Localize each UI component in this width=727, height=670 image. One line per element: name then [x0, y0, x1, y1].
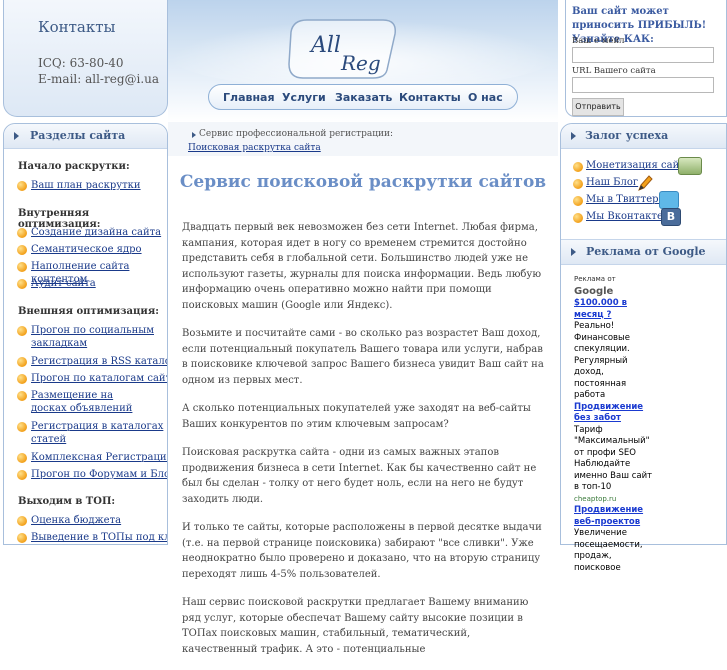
- sidebar-link[interactable]: Регистрация в RSS каталогах: [31, 355, 167, 368]
- right-sidebar-title: Залог успеха: [585, 129, 669, 142]
- bullet-icon: [573, 196, 583, 206]
- nav-about[interactable]: О нас: [468, 91, 503, 104]
- bullet-icon: [17, 516, 27, 526]
- pencil-icon: [637, 174, 653, 192]
- bullet-icon: [573, 162, 583, 172]
- bullet-icon: [17, 374, 27, 384]
- vkontakte-icon: В: [661, 208, 681, 226]
- left-sidebar: Разделы сайта Начало раскрутки: Ваш план…: [3, 123, 168, 545]
- sidebar-link[interactable]: Создание дизайна сайта: [31, 226, 161, 239]
- sidebar-link[interactable]: Выведение в ТОПы под ключ: [31, 531, 167, 544]
- left-sidebar-header: Разделы сайта: [4, 124, 167, 149]
- logo-text-bottom: Reg: [340, 51, 381, 75]
- ads-by-label: Реклама от: [574, 275, 616, 283]
- sidebar-link[interactable]: Регистрация в каталогах статей: [31, 420, 168, 446]
- submit-button[interactable]: Отправить: [572, 98, 624, 116]
- money-icon: [678, 157, 702, 175]
- google-logo: Google: [574, 285, 614, 297]
- triangle-icon: [14, 132, 19, 140]
- article-paragraph: Наш сервис поисковой раскрутки предлагае…: [182, 597, 529, 655]
- ad-text: Увеличение посещаемости, продаж, поисков…: [574, 528, 643, 573]
- bullet-icon: [17, 262, 27, 272]
- nav-order[interactable]: Заказать: [335, 91, 392, 104]
- email-label: Ваш е-мейл: [572, 36, 625, 46]
- logo-graphic: All Reg: [288, 19, 396, 79]
- article-paragraph: А сколько потенциальных покупателей уже …: [182, 403, 531, 430]
- bullet-icon: [17, 245, 27, 255]
- sidebar-link[interactable]: Аудит сайта: [31, 277, 96, 290]
- site-url-field[interactable]: [572, 77, 714, 93]
- bullet-icon: [17, 391, 27, 401]
- main-content: Сервис профессиональной регистрации: Пои…: [168, 122, 558, 655]
- blog-link[interactable]: Наш Блог: [586, 177, 638, 188]
- contacts-icq: ICQ: 63-80-40: [38, 56, 124, 70]
- bullet-icon: [17, 357, 27, 367]
- twitter-icon: [659, 191, 679, 209]
- bullet-icon: [17, 279, 27, 289]
- triangle-icon: [192, 132, 196, 138]
- article-body: Двадцать первый век невозможен без сети …: [182, 220, 548, 670]
- bullet-icon: [573, 213, 583, 223]
- page-title: Сервис поисковой раскрутки сайтов: [179, 172, 547, 192]
- contacts-title: Контакты: [38, 18, 116, 36]
- bullet-icon: [17, 181, 27, 191]
- left-sidebar-title: Разделы сайта: [30, 129, 126, 142]
- monetization-link[interactable]: Монетизация сайта: [586, 160, 691, 171]
- breadcrumb-link[interactable]: Поисковая раскрутка сайта: [188, 143, 321, 153]
- subscribe-form: Ваш сайт может приносить ПРИБЫЛЬ! Узнайт…: [565, 0, 727, 117]
- sidebar-link[interactable]: Размещение на досках объявлений: [31, 389, 141, 415]
- sidebar-link[interactable]: Семантическое ядро: [31, 243, 142, 256]
- contacts-panel: Контакты ICQ: 63-80-40 E-mail: all-reg@i…: [3, 0, 168, 117]
- article-paragraph: И только те сайты, которые расположены в…: [182, 522, 542, 580]
- bullet-icon: [17, 228, 27, 238]
- right-sidebar: Залог успеха Монетизация сайта Наш Блог …: [560, 123, 727, 573]
- vkontakte-link[interactable]: Мы Вконтакте: [586, 211, 663, 222]
- ad-url[interactable]: cheaptop.ru: [574, 494, 654, 506]
- nav-contacts[interactable]: Контакты: [399, 91, 461, 104]
- sidebar-link[interactable]: Прогон по Форумам и Блогам: [31, 468, 167, 481]
- main-nav: Главная Услуги Заказать Контакты О нас: [208, 84, 518, 110]
- sidebar-link[interactable]: Комплексная Регистрация: [31, 451, 167, 464]
- sidebar-link[interactable]: Ваш план раскрутки: [31, 179, 141, 192]
- contacts-email: E-mail: all-reg@i.ua: [38, 72, 160, 86]
- section-heading: Начало раскрутки:: [18, 161, 130, 172]
- article-paragraph: Возьмите и посчитайте сами - во сколько …: [182, 328, 544, 386]
- right-sidebar-header: Залог успеха: [561, 124, 726, 149]
- section-heading: Внешняя оптимизация:: [18, 306, 159, 317]
- sidebar-link[interactable]: Прогон по социальным закладкам: [31, 324, 161, 350]
- twitter-link[interactable]: Мы в Твиттере: [586, 194, 664, 205]
- breadcrumb-current: Сервис профессиональной регистрации:: [199, 129, 394, 139]
- bullet-icon: [17, 326, 27, 336]
- ad-text: Тариф "Максимальный" от профи SEO Наблюд…: [574, 424, 653, 493]
- triangle-icon: [571, 132, 576, 140]
- nav-services[interactable]: Услуги: [282, 91, 326, 104]
- ad-title-link[interactable]: Продвижение без забот: [574, 402, 654, 425]
- site-logo[interactable]: All Reg: [283, 12, 403, 82]
- ad-title-link[interactable]: Продвижение веб-проектов: [574, 505, 654, 528]
- article-paragraph: Двадцать первый век невозможен без сети …: [182, 222, 542, 311]
- ad-text: Реально! Финансовые спекуляции. Регулярн…: [574, 321, 630, 400]
- triangle-icon: [571, 248, 576, 256]
- article-paragraph: Поисковая раскрутка сайта - одни из самы…: [182, 447, 537, 505]
- breadcrumb: Сервис профессиональной регистрации: Пои…: [168, 122, 558, 156]
- nav-home[interactable]: Главная: [223, 91, 275, 104]
- ad-title-link[interactable]: $100.000 в месяц ?: [574, 298, 654, 321]
- logo-text-top: All: [309, 33, 341, 58]
- site-header: All Reg Главная Услуги Заказать Контакты…: [168, 0, 558, 122]
- site-url-label: URL Вашего сайта: [572, 66, 656, 76]
- ads-attribution: Реклама от Google: [574, 274, 654, 298]
- bullet-icon: [17, 453, 27, 463]
- google-ads: Реклама от Google $100.000 в месяц ? Реа…: [574, 274, 654, 574]
- bullet-icon: [17, 533, 27, 543]
- ads-header: Реклама от Google: [561, 239, 726, 265]
- section-heading: Выходим в ТОП:: [18, 496, 116, 507]
- ads-title: Реклама от Google: [586, 245, 706, 258]
- sidebar-link[interactable]: Оценка бюджета: [31, 514, 121, 527]
- bullet-icon: [17, 422, 27, 432]
- bullet-icon: [17, 470, 27, 480]
- sidebar-link[interactable]: Прогон по каталогам сайтов: [31, 372, 167, 385]
- email-field[interactable]: [572, 47, 714, 63]
- bullet-icon: [573, 179, 583, 189]
